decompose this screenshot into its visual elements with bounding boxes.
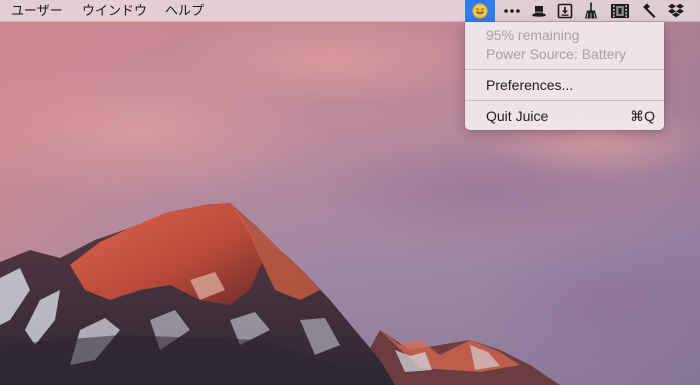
power-source-item: Power Source: Battery [465, 44, 664, 64]
desktop: ユーザー ウインドウ ヘルプ 95% remaining Power Sourc… [0, 0, 700, 385]
juice-status-item[interactable] [465, 0, 495, 22]
preferences-label: Preferences... [486, 77, 574, 93]
quit-shortcut: ⌘Q [630, 108, 655, 124]
menu-bar: ユーザー ウインドウ ヘルプ [0, 0, 700, 22]
more-status-item[interactable] [500, 0, 524, 22]
menu-separator [465, 100, 664, 101]
battery-remaining-label: 95% remaining [486, 27, 580, 43]
quit-juice-label: Quit Juice [486, 108, 549, 124]
menu-help[interactable]: ヘルプ [165, 0, 204, 22]
hammer-icon [643, 3, 656, 18]
download-status-item[interactable] [554, 0, 576, 22]
juice-menu-dropdown: 95% remaining Power Source: Battery Pref… [465, 22, 664, 130]
quit-juice-menu-item[interactable]: Quit Juice ⌘Q [465, 106, 664, 126]
preferences-menu-item[interactable]: Preferences... [465, 75, 664, 95]
juice-emoji-icon [472, 3, 488, 19]
battery-remaining-item: 95% remaining [465, 25, 664, 45]
hammer-status-item[interactable] [638, 0, 660, 22]
filmstrip-status-item[interactable] [608, 0, 632, 22]
menu-window[interactable]: ウインドウ [82, 0, 147, 22]
broom-status-item[interactable] [580, 0, 602, 22]
menu-separator [465, 69, 664, 70]
power-source-label: Power Source: Battery [486, 46, 627, 62]
film-strip-icon [611, 4, 629, 18]
download-box-icon [557, 3, 573, 19]
bartender-status-item[interactable] [528, 0, 550, 22]
ellipsis-icon [504, 9, 520, 13]
dropbox-status-item[interactable] [664, 0, 688, 22]
dropbox-icon [668, 3, 684, 18]
top-hat-icon [532, 6, 546, 17]
broom-icon [585, 2, 597, 19]
menu-users[interactable]: ユーザー [11, 0, 63, 22]
